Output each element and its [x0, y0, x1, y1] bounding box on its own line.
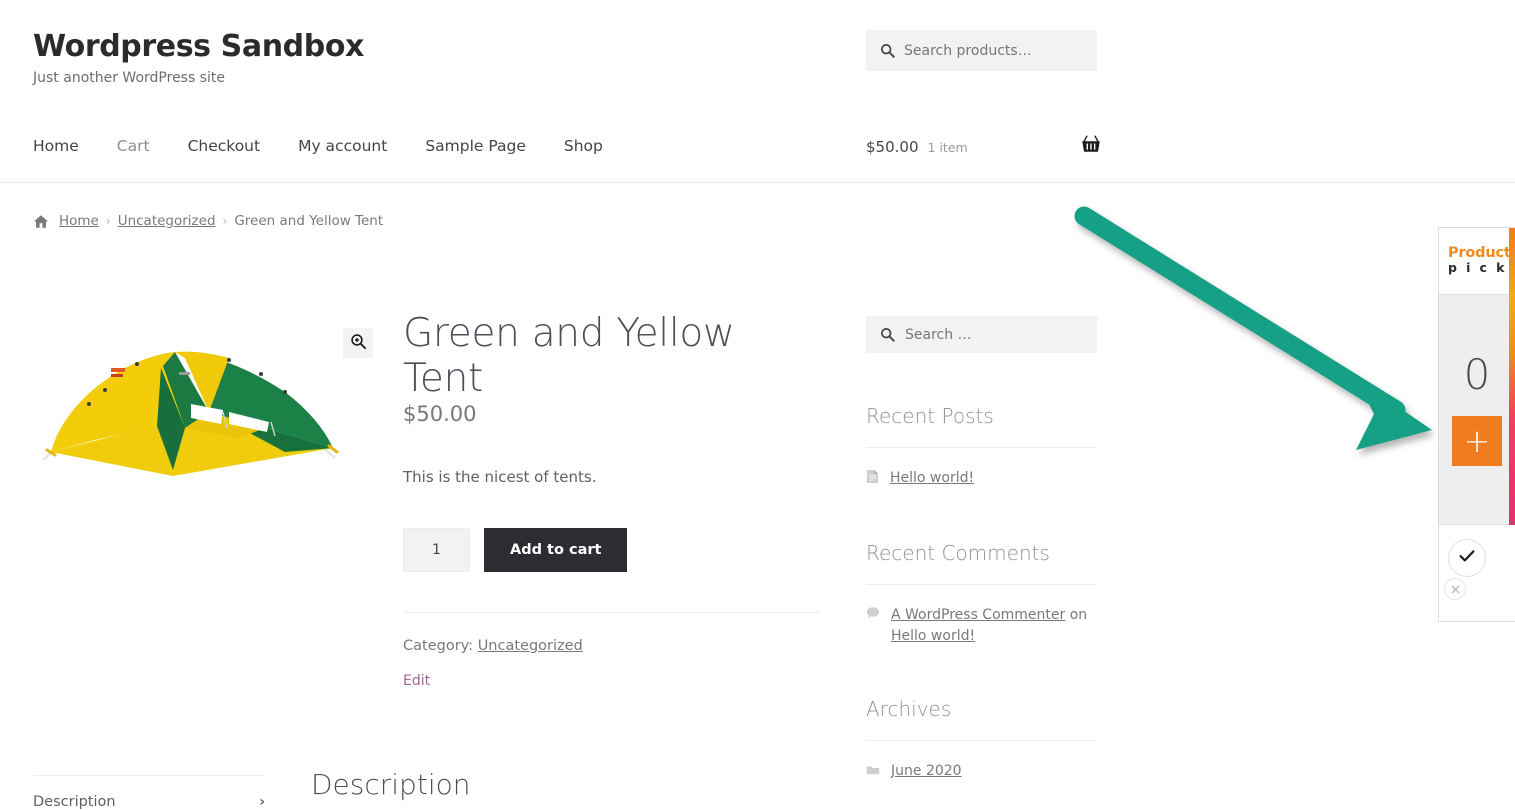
- cart-summary[interactable]: $50.00 1 item: [866, 135, 1100, 156]
- list-item[interactable]: Hello world!: [866, 448, 1097, 490]
- annotation-arrow: [1060, 200, 1480, 460]
- breadcrumb-current-page: Green and Yellow Tent: [234, 213, 384, 229]
- nav-item-sample-page[interactable]: Sample Page: [425, 137, 526, 155]
- comment-on-text: on: [1065, 607, 1088, 624]
- breadcrumb-link-home[interactable]: Home: [59, 213, 99, 229]
- list-item[interactable]: A WordPress Commenter on Hello world!: [866, 585, 1097, 646]
- nav-item-my-account[interactable]: My account: [298, 137, 387, 155]
- chevron-right-icon: ›: [259, 794, 265, 810]
- add-to-cart-form: Add to cart: [403, 528, 628, 572]
- archive-entry: June 2020: [891, 761, 962, 781]
- main-navigation: Home Cart Checkout My account Sample Pag…: [33, 137, 603, 155]
- search-icon: [880, 327, 895, 342]
- sidebar: Search … Recent Posts Hello world! Recen…: [866, 316, 1097, 782]
- sidebar-search-field[interactable]: Search …: [866, 316, 1097, 353]
- product-search-field[interactable]: Search products…: [866, 30, 1097, 71]
- product-image[interactable]: [33, 300, 345, 503]
- cart-total-amount: $50.00: [866, 138, 919, 156]
- product-meta: Category: Uncategorized Edit: [403, 612, 820, 689]
- widget-title-archives: Archives: [866, 696, 952, 721]
- product-picker-cancel-button[interactable]: [1444, 578, 1466, 600]
- product-title: Green and Yellow Tent: [403, 311, 735, 401]
- widget-recent-posts: Recent Posts Hello world!: [866, 404, 1097, 490]
- breadcrumb: Home › Uncategorized › Green and Yellow …: [33, 213, 383, 229]
- home-icon: [33, 214, 49, 229]
- magnifier-plus-icon: [350, 333, 367, 354]
- recent-post-link[interactable]: Hello world!: [890, 470, 974, 486]
- widget-recent-comments: Recent Comments A WordPress Commenter on…: [866, 541, 1097, 646]
- add-to-cart-button[interactable]: Add to cart: [484, 528, 628, 572]
- product-picker-body: 0 +: [1439, 295, 1515, 525]
- product-picker-brand-line1: Product: [1448, 245, 1511, 262]
- comment-icon: [866, 606, 880, 626]
- description-tab[interactable]: Description ›: [33, 775, 265, 810]
- sidebar-search-placeholder: Search …: [905, 326, 972, 343]
- nav-item-home[interactable]: Home: [33, 137, 79, 155]
- quantity-input[interactable]: [403, 528, 470, 572]
- description-heading: Description: [311, 768, 471, 801]
- comment-post-link[interactable]: Hello world!: [891, 628, 975, 644]
- nav-item-checkout[interactable]: Checkout: [188, 137, 261, 155]
- recent-comment-entry: A WordPress Commenter on Hello world!: [891, 605, 1097, 646]
- product-picker-brand-line2: p i c k e r: [1448, 260, 1515, 276]
- breadcrumb-separator-2: ›: [222, 214, 228, 228]
- product-search-placeholder: Search products…: [904, 42, 1032, 59]
- product-picker-brand: Product p i c k e r: [1439, 228, 1515, 295]
- image-zoom-button[interactable]: [343, 328, 373, 358]
- site-title: Wordpress Sandbox: [33, 29, 364, 64]
- shopping-basket-icon[interactable]: [1080, 133, 1102, 159]
- search-icon: [880, 43, 895, 58]
- close-circle-icon: [1450, 580, 1461, 599]
- product-category-link[interactable]: Uncategorized: [478, 638, 583, 654]
- recent-comments-list: A WordPress Commenter on Hello world!: [866, 584, 1097, 646]
- nav-item-shop[interactable]: Shop: [564, 137, 603, 155]
- breadcrumb-separator-1: ›: [105, 214, 111, 228]
- list-item[interactable]: June 2020: [866, 741, 1097, 782]
- product-picker-add-button[interactable]: +: [1452, 415, 1502, 466]
- product-price: $50.00: [403, 402, 477, 426]
- edit-product-link[interactable]: Edit: [403, 673, 820, 689]
- check-icon: [1457, 546, 1477, 570]
- product-summary: Green and Yellow Tent $50.00 This is the…: [403, 311, 823, 689]
- nav-item-cart[interactable]: Cart: [117, 137, 150, 155]
- product-gallery[interactable]: [33, 300, 373, 503]
- product-picker-actions: [1439, 525, 1515, 621]
- product-picker-panel: Product p i c k e r 0 +: [1438, 227, 1515, 622]
- description-tab-label: Description: [33, 794, 116, 810]
- product-category-label: Category:: [403, 638, 474, 654]
- recent-posts-list: Hello world!: [866, 447, 1097, 490]
- widget-title-recent-comments: Recent Comments: [866, 541, 1050, 566]
- document-icon: [866, 469, 879, 490]
- product-category: Category: Uncategorized: [403, 638, 583, 654]
- product-picker-confirm-button[interactable]: [1448, 539, 1486, 577]
- recent-post-entry: Hello world!: [890, 468, 974, 488]
- cart-item-count: 1 item: [927, 139, 968, 155]
- breadcrumb-link-uncategorized[interactable]: Uncategorized: [118, 213, 216, 229]
- archives-list: June 2020: [866, 739, 1097, 782]
- archive-link[interactable]: June 2020: [891, 763, 962, 779]
- site-header: Wordpress Sandbox Just another WordPress…: [0, 0, 1515, 183]
- widget-archives: Archives June 2020: [866, 697, 1097, 782]
- widget-title-recent-posts: Recent Posts: [866, 404, 994, 428]
- comment-author-link[interactable]: A WordPress Commenter: [891, 607, 1065, 623]
- product-picker-count: 0: [1463, 349, 1491, 399]
- product-short-description: This is the nicest of tents.: [403, 468, 597, 486]
- arrow-shape: [1074, 206, 1432, 450]
- folder-icon: [866, 762, 880, 782]
- site-tagline: Just another WordPress site: [33, 70, 226, 86]
